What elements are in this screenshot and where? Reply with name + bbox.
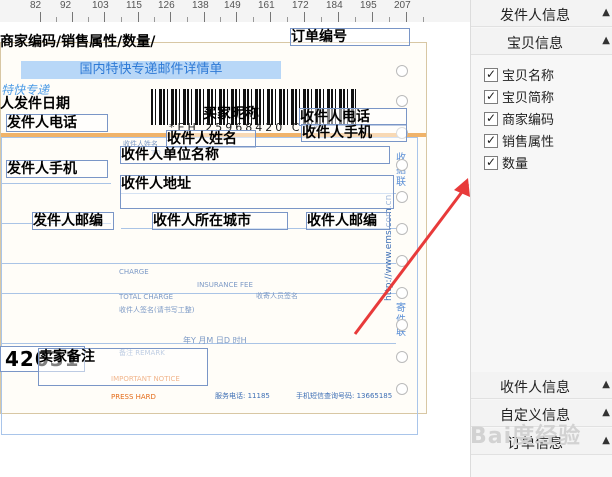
- checkbox-item-short-name[interactable]: ✓ 宝贝简称: [484, 86, 604, 108]
- check-icon: ✓: [486, 155, 497, 169]
- field-sender-date[interactable]: 人发件日期: [0, 96, 70, 112]
- ruler-tick: 149: [224, 0, 241, 11]
- checkbox-item-name[interactable]: ✓ 宝贝名称: [484, 64, 604, 86]
- ruler-tick: 92: [60, 0, 72, 11]
- checkbox-label: 数量: [502, 157, 529, 172]
- ruler-tick: 184: [326, 0, 343, 11]
- ruler-tick: 126: [158, 0, 175, 11]
- field-order-number[interactable]: 订单编号: [290, 28, 410, 46]
- label-design-canvas[interactable]: 国内特快专递邮件详情单 特快专递 *EH 25968420 CN* 收件人姓名 …: [0, 22, 470, 477]
- chevron-up-icon: ▲: [602, 407, 610, 418]
- ruler-tick: 82: [30, 0, 42, 11]
- checkbox-label: 宝贝简称: [502, 91, 555, 106]
- small-date: 年Y 月M 日D 时H: [183, 336, 247, 345]
- small-web: http://www.ems.com.cn: [384, 194, 394, 301]
- item-fields-checklist: ✓ 宝贝名称 ✓ 宝贝简称 ✓ 商家编码 ✓ 销售属性 ✓ 数量: [484, 64, 604, 174]
- ruler-tick: 103: [92, 0, 109, 11]
- ruler-tick: 172: [292, 0, 309, 11]
- small-insurance: INSURANCE FEE: [197, 281, 253, 289]
- checkbox-label: 销售属性: [502, 135, 555, 150]
- chevron-up-icon: ▲: [602, 35, 610, 46]
- field-receiver-zip[interactable]: 收件人邮编: [306, 212, 390, 230]
- checkbox-box[interactable]: ✓: [484, 133, 498, 148]
- checkbox-box[interactable]: ✓: [484, 111, 498, 126]
- small-total: TOTAL CHARGE: [119, 293, 174, 301]
- check-icon: ✓: [486, 67, 497, 81]
- field-sender-zip[interactable]: 发件人邮编: [32, 212, 114, 230]
- field-merchant-code[interactable]: 商家编码/销售属性/数量/: [0, 34, 155, 50]
- field-receiver-address[interactable]: 收件人地址: [120, 175, 394, 209]
- small-charge: CHARGE: [119, 268, 149, 276]
- small-received: 收件人签名(请书写工整): [119, 306, 195, 314]
- field-sender-phone[interactable]: 发件人电话: [6, 114, 108, 132]
- right-config-panel: 发件人信息 ▲ 宝贝信息 ▲ ✓ 宝贝名称 ✓ 宝贝简称 ✓ 商家编码 ✓ 销售…: [470, 0, 612, 477]
- watermark-logo: Bai度经验: [470, 424, 582, 449]
- field-seller-note[interactable]: 卖家备注: [38, 348, 208, 386]
- ruler-tick: 207: [394, 0, 411, 11]
- chevron-up-icon: ▲: [602, 379, 610, 390]
- checkbox-box[interactable]: ✓: [484, 89, 498, 104]
- ruler-tick: 195: [360, 0, 377, 11]
- checkbox-sales-attributes[interactable]: ✓ 销售属性: [484, 130, 604, 152]
- form-title: 国内特快专递邮件详情单: [21, 61, 281, 79]
- check-icon: ✓: [486, 89, 497, 103]
- small-hotline: 服务电话: 11185: [215, 392, 270, 400]
- checkbox-merchant-code[interactable]: ✓ 商家编码: [484, 108, 604, 130]
- field-receiver-city[interactable]: 收件人所在城市: [152, 212, 288, 230]
- section-sender-info[interactable]: 发件人信息 ▲: [471, 0, 612, 27]
- checkbox-box[interactable]: ✓: [484, 67, 498, 82]
- field-receiver-mobile[interactable]: 收件人手机: [301, 124, 407, 142]
- ruler-tick: 161: [258, 0, 275, 11]
- top-ruler: 82 92 103 115 126 138 149 161 172 184 19…: [0, 0, 470, 23]
- small-mobile: 手机短信查询号码: 13665185: [296, 392, 393, 400]
- chevron-up-icon: ▲: [602, 435, 610, 446]
- small-press: PRESS HARD: [111, 393, 156, 401]
- checkbox-box[interactable]: ✓: [484, 155, 498, 170]
- field-buyer-nick[interactable]: 买家昵称: [203, 106, 259, 122]
- checkbox-quantity[interactable]: ✓ 数量: [484, 152, 604, 174]
- section-sender-title: 发件人信息: [500, 8, 570, 24]
- check-icon: ✓: [486, 111, 497, 125]
- ruler-tick: 115: [126, 0, 142, 11]
- checkbox-label: 商家编码: [502, 113, 555, 128]
- field-receiver-company[interactable]: 收件人单位名称: [120, 146, 390, 164]
- chevron-up-icon: ▲: [602, 7, 610, 18]
- small-accepted: 收寄人员签名: [256, 292, 298, 300]
- ruler-tick: 138: [192, 0, 209, 11]
- checkbox-label: 宝贝名称: [502, 69, 555, 84]
- check-icon: ✓: [486, 133, 497, 147]
- field-sender-mobile[interactable]: 发件人手机: [6, 160, 108, 178]
- section-receiver-title: 收件人信息: [500, 380, 570, 396]
- section-receiver-info[interactable]: 收件人信息 ▲: [471, 372, 612, 399]
- section-item-info[interactable]: 宝贝信息 ▲: [471, 28, 612, 55]
- section-item-title: 宝贝信息: [507, 36, 563, 52]
